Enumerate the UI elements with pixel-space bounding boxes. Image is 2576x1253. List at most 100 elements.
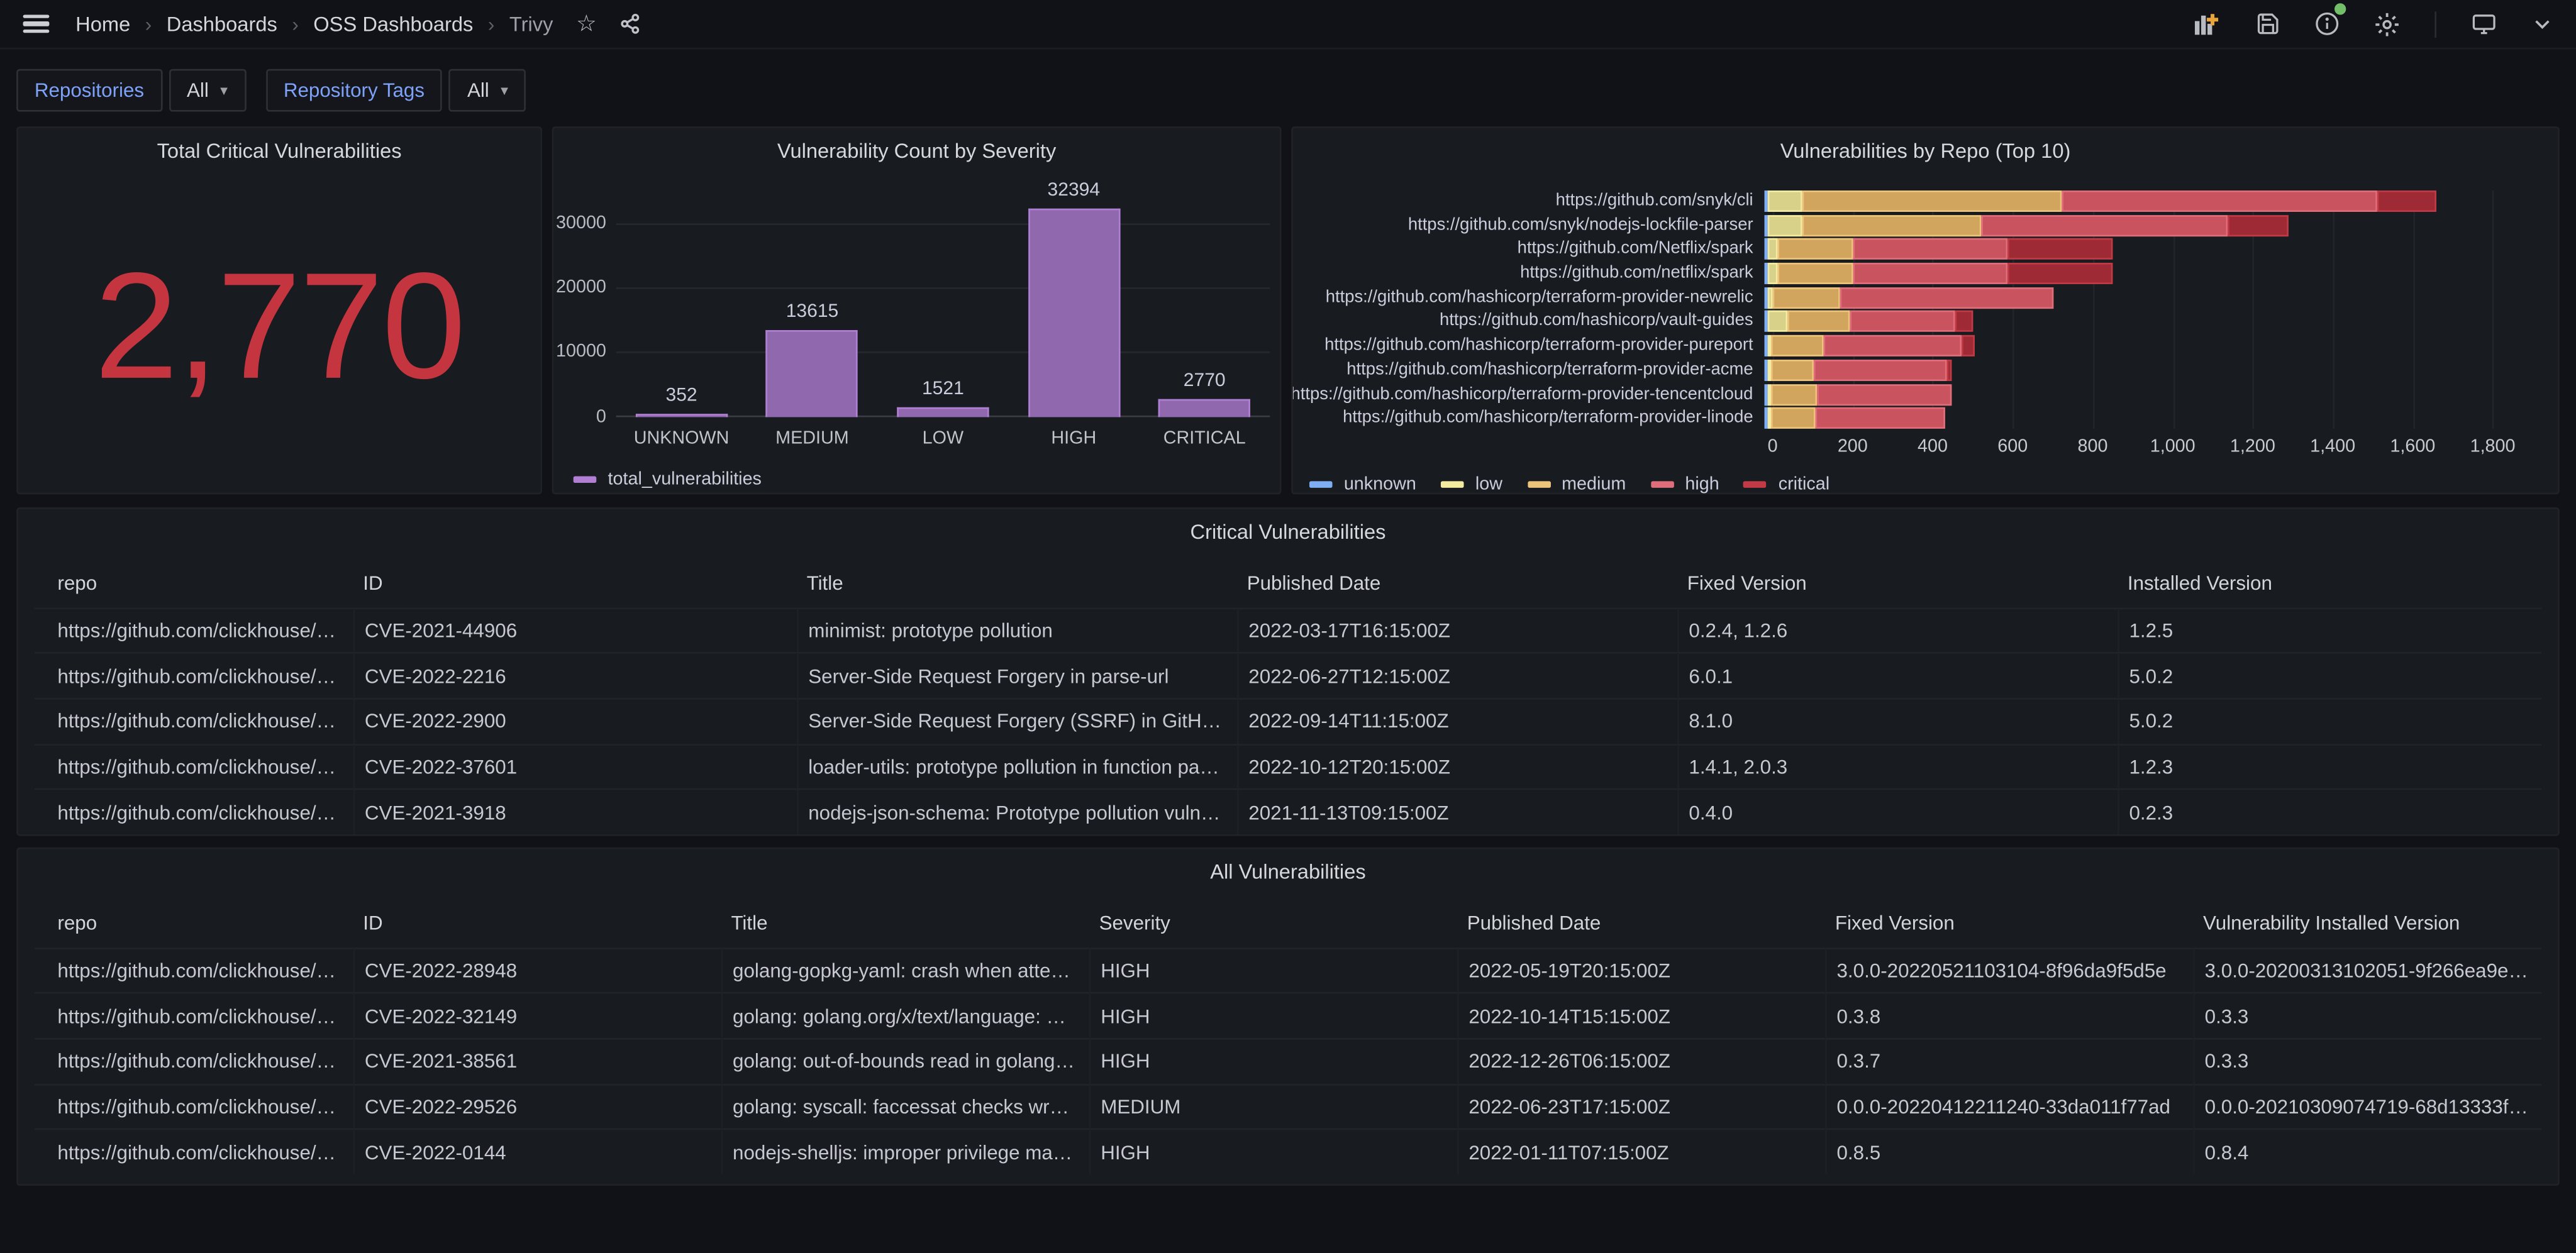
save-icon[interactable] xyxy=(2256,11,2280,36)
column-header-installed-version[interactable]: Installed Version xyxy=(2118,561,2541,604)
stacked-bar[interactable] xyxy=(1764,214,2536,236)
menu-icon[interactable] xyxy=(23,14,50,34)
table-cell: CVE-2022-2216 xyxy=(353,653,797,698)
breadcrumb-current-trivy: Trivy xyxy=(509,12,553,36)
bar-segment-high xyxy=(1823,335,1962,357)
share-icon[interactable] xyxy=(619,13,641,35)
legend-label: high xyxy=(1685,475,1719,495)
table-cell: https://github.com/clickhouse/a... xyxy=(34,1129,353,1174)
table-cell: 6.0.1 xyxy=(1677,653,2118,698)
legend-item-unknown[interactable]: unknown xyxy=(1309,475,1416,495)
repository-tags-filter-label[interactable]: Repository Tags xyxy=(265,69,443,112)
stacked-bar[interactable] xyxy=(1764,190,2536,212)
x-axis-tick-label: 1,800 xyxy=(2470,437,2516,457)
table-cell: 1.2.3 xyxy=(2118,743,2542,790)
y-axis-tick-label: 10000 xyxy=(556,342,606,362)
dashboard-body: Total Critical Vulnerabilities 2,770 Vul… xyxy=(0,115,2576,1186)
panel-title: Vulnerability Count by Severity xyxy=(777,140,1057,163)
legend-item-medium[interactable]: medium xyxy=(1527,475,1626,495)
severity-chart-x-axis: UNKNOWN MEDIUM LOW HIGH CRITICAL xyxy=(616,429,1270,448)
column-header-id[interactable]: ID xyxy=(353,561,797,604)
top-nav: Home › Dashboards › OSS Dashboards › Tri… xyxy=(0,0,2576,50)
repo-bar-row: https://github.com/netflix/spark xyxy=(1293,263,2536,285)
repo-bar-row: https://github.com/hashicorp/terraform-p… xyxy=(1293,287,2536,309)
repositories-filter-selected: All xyxy=(187,79,209,102)
breadcrumb: Home › Dashboards › OSS Dashboards › Tri… xyxy=(75,13,553,36)
table-cell: CVE-2022-32149 xyxy=(353,992,721,1039)
table-cell: https://github.com/clickhouse/a... xyxy=(34,607,353,653)
repo-bar-row: https://github.com/hashicorp/terraform-p… xyxy=(1293,359,2536,381)
bar-segment-critical xyxy=(2007,238,2113,260)
table-cell: 0.3.7 xyxy=(1825,1038,2194,1084)
stacked-bar[interactable] xyxy=(1764,263,2536,285)
table-cell: 0.8.4 xyxy=(2193,1129,2542,1175)
bar-value-label: 1521 xyxy=(921,379,964,399)
table-cell: 0.0.0-20220412211240-33da011f77ad xyxy=(1825,1083,2194,1129)
bar-critical[interactable] xyxy=(1158,399,1251,417)
table-cell: CVE-2021-44906 xyxy=(353,607,797,653)
legend-swatch xyxy=(1309,481,1333,489)
table-cell: nodejs-json-schema: Prototype pollution … xyxy=(796,789,1238,835)
table-cell: CVE-2022-2900 xyxy=(353,698,797,744)
breadcrumb-home[interactable]: Home xyxy=(75,13,130,36)
column-header-fixed-version[interactable]: Fixed Version xyxy=(1825,902,2193,944)
stacked-bar[interactable] xyxy=(1764,335,2536,357)
settings-icon[interactable] xyxy=(2374,11,2401,37)
star-icon[interactable]: ☆ xyxy=(576,10,597,38)
table-cell: HIGH xyxy=(1089,1038,1458,1084)
column-header-published-date[interactable]: Published Date xyxy=(1457,902,1825,944)
bar-segment-critical xyxy=(2007,263,2113,285)
bar-value-label: 2770 xyxy=(1183,371,1226,392)
bar-high[interactable] xyxy=(1028,209,1120,417)
column-header-id[interactable]: ID xyxy=(353,902,721,944)
nav-divider xyxy=(2434,10,2436,37)
legend-item-total-vulnerabilities[interactable]: total_vulnerabilities xyxy=(573,470,1270,489)
stacked-bar[interactable] xyxy=(1764,311,2536,333)
table-cell: golang: syscall: faccessat checks wron..… xyxy=(721,1083,1089,1129)
stacked-bar[interactable] xyxy=(1764,238,2536,260)
repository-tags-filter-value[interactable]: All ▾ xyxy=(449,69,526,112)
x-axis-tick-label: UNKNOWN xyxy=(633,428,730,449)
repo-chart-rows: https://github.com/snyk/cli https://githu… xyxy=(1293,190,2536,429)
legend-item-high[interactable]: high xyxy=(1650,475,1719,495)
column-header-vulnerability-installed-version[interactable]: Vulnerability Installed Version xyxy=(2193,902,2541,944)
column-header-repo[interactable]: repo xyxy=(35,561,353,604)
bar-medium[interactable] xyxy=(766,329,858,417)
stacked-bar[interactable] xyxy=(1764,407,2536,429)
table-cell: CVE-2022-28948 xyxy=(353,947,721,993)
table-cell: golang: out-of-bounds read in golang.o..… xyxy=(721,1038,1089,1084)
stacked-bar[interactable] xyxy=(1764,359,2536,381)
bar-slot: 13615 xyxy=(747,192,878,417)
severity-chart: 0 10000 20000 30000 352 13615 1521 32394 2770 UN… xyxy=(553,181,1270,489)
info-icon[interactable] xyxy=(2315,3,2346,36)
stacked-bar[interactable] xyxy=(1764,287,2536,309)
repositories-filter-value[interactable]: All ▾ xyxy=(169,69,246,112)
stacked-bar[interactable] xyxy=(1764,383,2536,405)
bar-segment-medium xyxy=(1771,407,1816,429)
bar-low[interactable] xyxy=(897,407,989,417)
breadcrumb-dashboards[interactable]: Dashboards xyxy=(167,13,277,36)
legend-swatch xyxy=(1441,481,1464,489)
column-header-repo[interactable]: repo xyxy=(35,902,353,944)
legend-item-low[interactable]: low xyxy=(1441,475,1502,495)
add-panel-icon[interactable] xyxy=(2193,11,2221,36)
y-axis-tick-label: 0 xyxy=(596,406,606,426)
breadcrumb-oss-dashboards[interactable]: OSS Dashboards xyxy=(313,13,473,36)
column-header-title[interactable]: Title xyxy=(797,561,1237,604)
column-header-severity[interactable]: Severity xyxy=(1089,902,1457,944)
table-cell: 0.3.3 xyxy=(2193,992,2542,1039)
repo-label: https://github.com/hashicorp/terraform-p… xyxy=(1325,287,1753,307)
x-axis-tick-label: HIGH xyxy=(1051,428,1097,449)
column-header-fixed-version[interactable]: Fixed Version xyxy=(1677,561,2118,604)
column-header-published-date[interactable]: Published Date xyxy=(1237,561,1677,604)
panel-title: Critical Vulnerabilities xyxy=(1190,521,1386,544)
kiosk-mode-icon[interactable] xyxy=(2471,11,2497,36)
repositories-filter-label[interactable]: Repositories xyxy=(16,69,162,112)
x-axis-tick-label: LOW xyxy=(922,428,964,449)
column-header-title[interactable]: Title xyxy=(721,902,1089,944)
bar-segment-critical xyxy=(2378,190,2436,212)
dashboard-filters: Repositories All ▾ Repository Tags All ▾ xyxy=(0,49,2576,114)
bar-unknown[interactable] xyxy=(635,414,728,417)
chevron-down-icon[interactable] xyxy=(2531,13,2553,35)
legend-item-critical[interactable]: critical xyxy=(1743,475,1829,495)
